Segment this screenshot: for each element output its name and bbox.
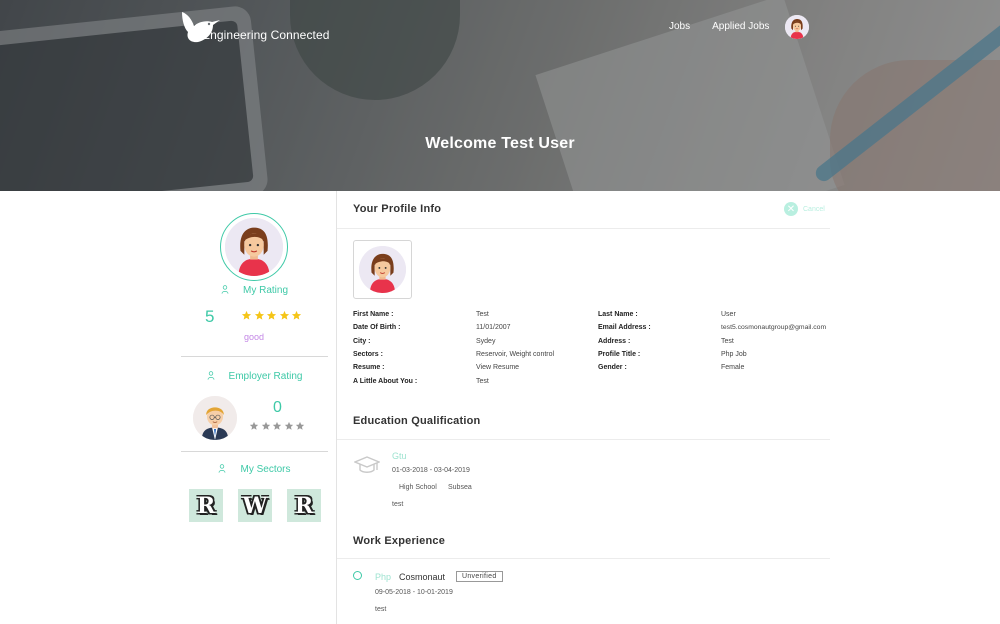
about-value: Test bbox=[476, 378, 489, 385]
dob-value: 11/01/2007 bbox=[476, 324, 511, 331]
sidebar-divider bbox=[181, 451, 328, 452]
address-label: Address : bbox=[598, 338, 631, 345]
my-sectors-label: My Sectors bbox=[240, 464, 291, 475]
work-title: Work Experience bbox=[353, 535, 446, 547]
education-title: Education Qualification bbox=[353, 415, 481, 427]
view-resume-link[interactable]: View Resume bbox=[476, 364, 519, 371]
female-avatar-icon bbox=[225, 218, 283, 276]
star-icon bbox=[266, 310, 277, 321]
gender-label: Gender : bbox=[598, 364, 627, 371]
close-icon: ✕ bbox=[784, 202, 798, 216]
my-rating-value: 5 bbox=[205, 307, 215, 326]
profile-main: Your Profile Info ✕ Cancel First Name : … bbox=[337, 191, 830, 624]
last-name-value: User bbox=[721, 311, 736, 318]
city-value: Sydey bbox=[476, 338, 496, 345]
star-icon bbox=[272, 421, 282, 431]
sectors-label: Sectors : bbox=[353, 351, 383, 358]
star-icon bbox=[249, 421, 259, 431]
star-icon bbox=[261, 421, 271, 431]
star-icon bbox=[291, 310, 302, 321]
sidebar-divider bbox=[181, 356, 328, 357]
employer-avatar bbox=[193, 396, 237, 440]
hero-banner: Engineering Connected Jobs Applied Jobs … bbox=[0, 0, 1000, 191]
female-avatar-icon bbox=[359, 246, 406, 293]
person-icon bbox=[221, 285, 229, 294]
work-company: Cosmonaut bbox=[399, 572, 446, 582]
profile-photo[interactable] bbox=[353, 240, 412, 299]
address-value: Test bbox=[721, 338, 734, 345]
profile-sidebar: My Rating 5 good Employer Rating 0 My Se… bbox=[181, 191, 328, 624]
education-description: test bbox=[392, 501, 404, 508]
sector-tile[interactable]: W bbox=[238, 489, 272, 522]
city-label: City : bbox=[353, 338, 371, 345]
male-avatar-icon bbox=[193, 396, 237, 440]
profile-info-title: Your Profile Info bbox=[353, 203, 442, 215]
sector-tile[interactable]: R bbox=[287, 489, 321, 522]
profile-title-label: Profile Title : bbox=[598, 351, 641, 358]
star-icon bbox=[254, 310, 265, 321]
section-divider bbox=[337, 558, 830, 559]
star-icon bbox=[284, 421, 294, 431]
email-value: test5.cosmonautgroup@gmail.com bbox=[721, 324, 827, 331]
welcome-heading: Welcome Test User bbox=[425, 135, 575, 152]
timeline-dot bbox=[353, 571, 362, 580]
cancel-button[interactable]: ✕ Cancel bbox=[784, 202, 825, 216]
first-name-label: First Name : bbox=[353, 311, 394, 318]
last-name-label: Last Name : bbox=[598, 311, 638, 318]
resume-label: Resume : bbox=[353, 364, 385, 371]
education-tag: Subsea bbox=[448, 484, 472, 491]
my-rating-text: good bbox=[244, 332, 265, 342]
logo-text: Engineering Connected bbox=[202, 28, 330, 42]
my-sectors-heading: My Sectors bbox=[181, 464, 328, 475]
my-rating-stars bbox=[241, 310, 304, 321]
gender-value: Female bbox=[721, 364, 745, 371]
work-description: test bbox=[375, 606, 387, 613]
female-avatar-icon bbox=[785, 15, 809, 39]
site-logo[interactable]: Engineering Connected bbox=[180, 10, 330, 44]
employer-rating-label: Employer Rating bbox=[228, 371, 303, 382]
status-badge: Unverified bbox=[456, 571, 503, 582]
education-dates: 01-03-2018 - 03-04-2019 bbox=[392, 467, 470, 474]
star-icon bbox=[241, 310, 252, 321]
education-tag: High School bbox=[399, 484, 437, 491]
work-job-title: Php bbox=[375, 572, 392, 582]
star-icon bbox=[279, 310, 290, 321]
work-dates: 09-05-2018 - 10-01-2019 bbox=[375, 589, 453, 596]
sector-tile[interactable]: R bbox=[189, 489, 223, 522]
profile-avatar bbox=[220, 213, 288, 281]
star-icon bbox=[295, 421, 305, 431]
section-divider bbox=[337, 439, 830, 440]
employer-rating-value: 0 bbox=[273, 399, 282, 416]
profile-title-value: Php Job bbox=[721, 351, 747, 358]
user-avatar-menu[interactable] bbox=[785, 15, 809, 39]
top-nav: Jobs Applied Jobs bbox=[669, 15, 809, 39]
graduation-cap-icon bbox=[354, 456, 380, 473]
email-label: Email Address : bbox=[598, 324, 651, 331]
hero-overlay bbox=[0, 0, 1000, 191]
dob-label: Date Of Birth : bbox=[353, 324, 401, 331]
cancel-label: Cancel bbox=[803, 205, 825, 213]
person-icon bbox=[207, 371, 215, 380]
nav-link-jobs[interactable]: Jobs bbox=[669, 21, 690, 32]
employer-rating-heading: Employer Rating bbox=[181, 371, 328, 382]
person-icon bbox=[218, 464, 226, 473]
section-divider bbox=[337, 228, 830, 229]
sectors-value: Reservoir, Weight control bbox=[476, 351, 555, 358]
nav-link-applied-jobs[interactable]: Applied Jobs bbox=[712, 21, 769, 32]
my-rating-label: My Rating bbox=[242, 285, 288, 296]
my-rating-heading: My Rating bbox=[181, 285, 328, 296]
employer-rating-stars bbox=[249, 421, 307, 431]
first-name-value: Test bbox=[476, 311, 489, 318]
about-label: A Little About You : bbox=[353, 378, 418, 385]
education-institution: Gtu bbox=[392, 451, 407, 461]
